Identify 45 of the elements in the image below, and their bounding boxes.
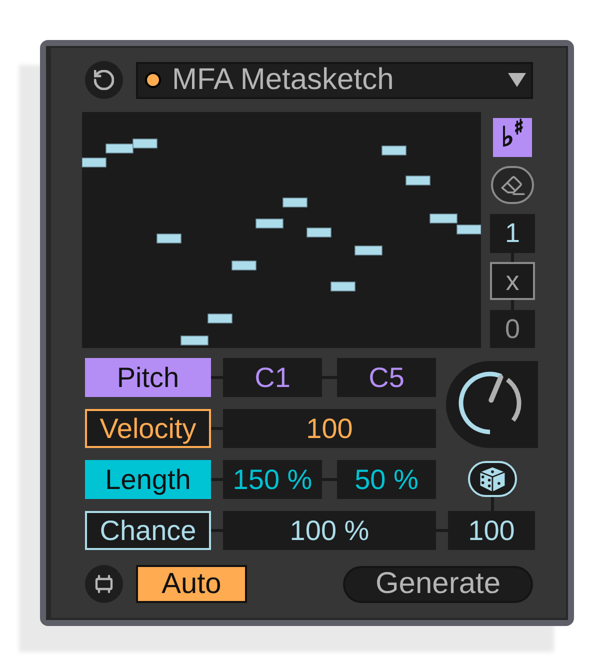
number-box[interactable]: 1: [490, 214, 535, 253]
note-block: [106, 144, 134, 154]
note-block: [82, 158, 106, 168]
dice-icon: [478, 466, 506, 492]
param-toggle[interactable]: Pitch: [85, 358, 211, 397]
number-box[interactable]: 100 %: [223, 511, 436, 550]
accidentals-toggle[interactable]: ♭$^{♯}$: [493, 118, 532, 157]
note-block: [132, 138, 158, 148]
number-box[interactable]: 0: [490, 310, 535, 348]
number-box[interactable]: C1: [223, 358, 322, 397]
number-box[interactable]: 150 %: [223, 460, 322, 499]
number-box[interactable]: 50 %: [337, 460, 436, 499]
reset-icon: [94, 70, 114, 90]
note-block: [354, 246, 382, 256]
preset-dropdown[interactable]: MFA Metasketch: [136, 62, 533, 98]
note-block: [306, 228, 332, 238]
note-grid[interactable]: [82, 112, 481, 348]
note-block: [282, 198, 308, 208]
note-block: [456, 224, 481, 234]
frame-icon: [94, 574, 114, 594]
param-toggle[interactable]: Chance: [85, 511, 211, 550]
frame-button[interactable]: [85, 565, 123, 603]
param-toggle[interactable]: Velocity: [85, 409, 211, 448]
note-block: [156, 234, 182, 244]
note-block: [382, 146, 406, 156]
number-box[interactable]: C5: [337, 358, 436, 397]
auto-button[interactable]: Auto: [136, 565, 247, 603]
eraser-icon: [500, 174, 524, 196]
knob[interactable]: [446, 361, 538, 448]
note-block: [430, 214, 458, 224]
note-block: [406, 176, 430, 186]
dropdown-arrow-icon: [508, 73, 526, 87]
number-box[interactable]: 100: [223, 409, 436, 448]
reset-button[interactable]: [85, 61, 123, 99]
number-box[interactable]: 100: [448, 511, 535, 550]
note-block: [330, 282, 356, 292]
dice-button[interactable]: [468, 461, 516, 497]
eraser-button[interactable]: [491, 166, 534, 204]
note-block: [180, 336, 208, 346]
generate-button[interactable]: Generate: [343, 566, 533, 602]
note-block: [256, 218, 284, 228]
param-toggle[interactable]: Length: [85, 460, 211, 499]
x-toggle[interactable]: x: [490, 262, 535, 300]
note-block: [232, 260, 256, 270]
note-block: [208, 314, 232, 324]
